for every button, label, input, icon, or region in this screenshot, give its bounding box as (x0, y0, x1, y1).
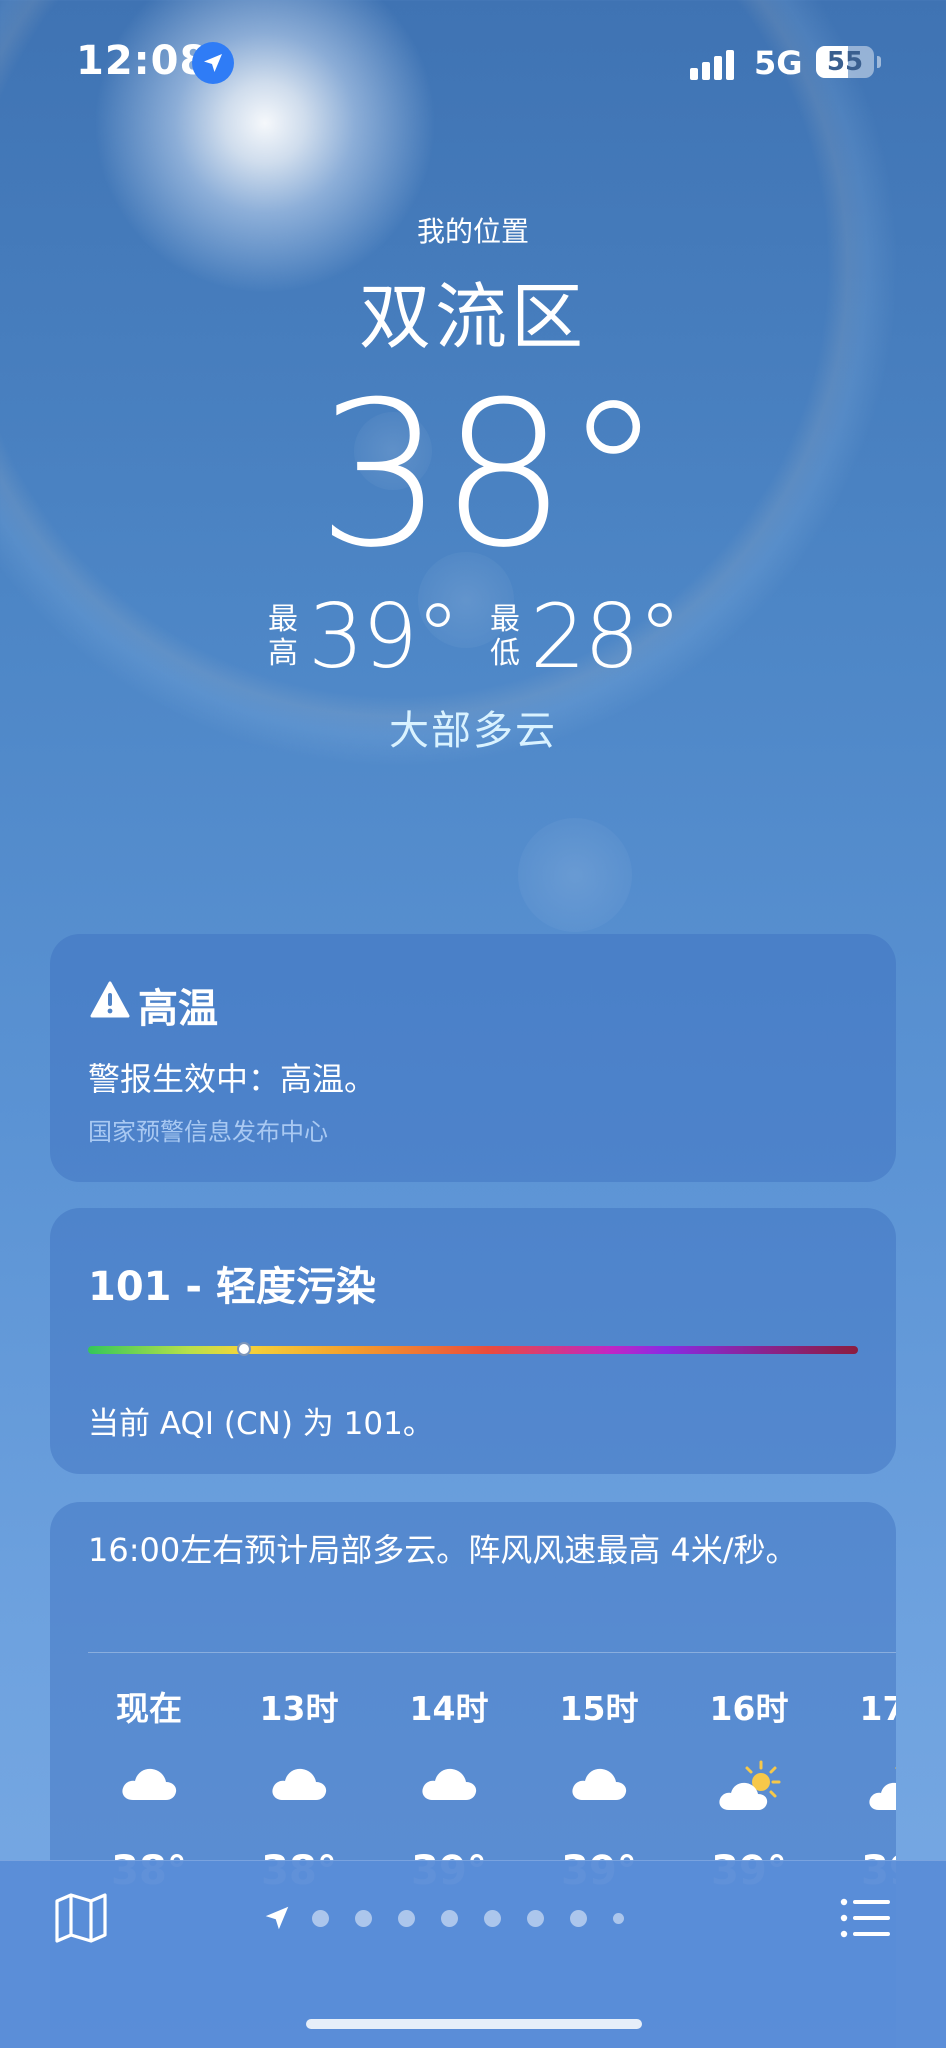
low-temp-group: 最低 28° (488, 585, 682, 688)
hour-label: 13时 (259, 1689, 339, 1728)
current-temperature: 38° (316, 359, 664, 592)
location-services-icon (192, 42, 234, 84)
page-dot[interactable] (613, 1912, 624, 1924)
cloud-icon (74, 1760, 224, 1820)
aqi-marker (236, 1342, 251, 1356)
hour-label: 现在 (116, 1689, 182, 1728)
divider (88, 1652, 896, 1653)
cloud-icon (374, 1760, 524, 1820)
alert-source[interactable]: 国家预警信息发布中心 (88, 1112, 328, 1147)
page-dot[interactable] (570, 1909, 587, 1927)
alert-title: 高温 (90, 976, 218, 1034)
hourly-summary: 16:00左右预计局部多云。阵风风速最高 4米/秒。 (88, 1531, 798, 1569)
low-temp: 28° (530, 585, 682, 688)
bottom-toolbar (0, 1860, 946, 2048)
air-quality-card[interactable]: 101 - 轻度污染 当前 AQI (CN) 为 101。 (50, 1208, 896, 1474)
weather-header: 我的位置 双流区 38° 最高 39° 最低 28° 大部多云 (0, 200, 946, 756)
home-indicator[interactable] (306, 2019, 642, 2029)
condition-text: 大部多云 (389, 708, 557, 754)
aqi-title: 101 - 轻度污染 (88, 1264, 376, 1310)
map-icon[interactable] (52, 1889, 110, 1947)
page-indicator[interactable] (262, 1901, 650, 1935)
high-temp-group: 最高 39° (266, 585, 460, 688)
cloud-icon (524, 1760, 674, 1820)
warning-triangle-icon (90, 981, 130, 1029)
weather-alert-card[interactable]: 高温 警报生效中：高温。 国家预警信息发布中心 (50, 934, 896, 1182)
hour-label: 15时 (559, 1689, 639, 1728)
high-low: 最高 39° 最低 28° (0, 585, 946, 688)
page-dot[interactable] (527, 1909, 544, 1927)
low-label: 最低 (490, 601, 520, 671)
alert-message: 警报生效中：高温。 (88, 1060, 377, 1098)
alert-title-text: 高温 (138, 986, 218, 1032)
city-name: 双流区 (358, 275, 587, 359)
location-label: 我的位置 (416, 215, 529, 248)
network-type: 5G (754, 44, 803, 82)
cloud-icon (224, 1760, 374, 1820)
aqi-description: 当前 AQI (CN) 为 101。 (88, 1406, 434, 1442)
status-time: 12:08 (76, 38, 209, 84)
hour-label: 14时 (409, 1689, 489, 1728)
current-location-page-icon[interactable] (262, 1903, 292, 1933)
lens-flare (518, 818, 632, 932)
hour-label: 16时 (709, 1689, 789, 1728)
page-dot[interactable] (441, 1909, 458, 1927)
list-icon[interactable] (836, 1889, 894, 1947)
cellular-signal-icon (690, 48, 738, 80)
page-dot[interactable] (484, 1909, 501, 1927)
page-dot[interactable] (312, 1909, 329, 1927)
battery-level: 55 (826, 47, 864, 77)
battery-tip (877, 56, 881, 68)
high-label: 最高 (268, 601, 299, 671)
partly-sunny-icon (674, 1760, 824, 1820)
page-dot[interactable] (398, 1909, 415, 1927)
status-bar: 12:08 5G 55 (0, 0, 946, 120)
high-temp: 39° (308, 585, 460, 688)
aqi-scale-bar (88, 1342, 858, 1356)
partly-sunny-icon (824, 1760, 896, 1820)
battery-icon: 55 (816, 46, 874, 78)
hour-label: 17时 (859, 1689, 896, 1728)
page-dot[interactable] (355, 1909, 372, 1927)
